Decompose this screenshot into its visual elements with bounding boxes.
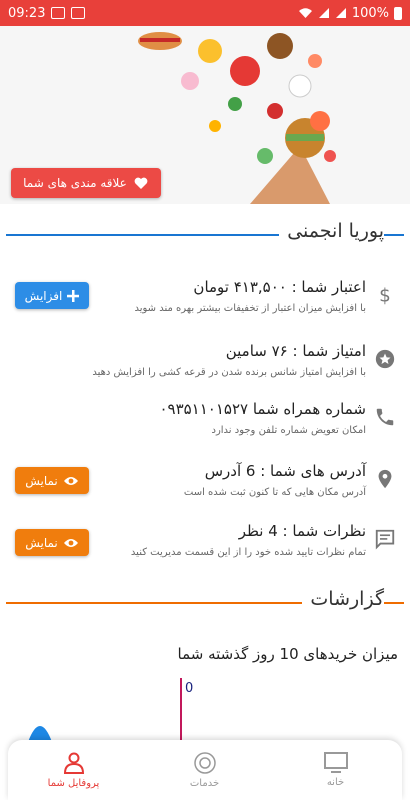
y-tick-label: 0 bbox=[185, 681, 193, 696]
status-bar-right: 100% bbox=[298, 6, 402, 21]
nav-profile[interactable]: پروفایل شما bbox=[8, 740, 139, 800]
bottom-navigation: پروفایل شما خدمات خانه bbox=[8, 740, 402, 800]
monitor-icon bbox=[323, 752, 348, 773]
show-comments-button[interactable]: نمایش bbox=[15, 529, 89, 556]
profile-header: پوریا انجمنی bbox=[0, 220, 410, 250]
reports-title: گزارشات bbox=[302, 588, 384, 610]
addresses-row: آدرس های شما : 6 آدرس آدرس مکان هایی که … bbox=[0, 462, 410, 507]
nav-profile-label: پروفایل شما bbox=[47, 778, 100, 789]
reports-divider bbox=[6, 602, 306, 604]
header-divider-right bbox=[382, 234, 404, 236]
points-title: امتیاز شما : ۷۶ سامین bbox=[225, 342, 366, 360]
show-addresses-label: نمایش bbox=[25, 473, 58, 488]
credit-title: اعتبار شما : ۴۱۳,۵۰۰ تومان bbox=[193, 278, 366, 296]
nav-home-label: خانه bbox=[326, 777, 345, 788]
nav-services[interactable]: خدمات bbox=[139, 740, 270, 800]
header-divider bbox=[6, 234, 296, 236]
increase-credit-button[interactable]: افزایش bbox=[15, 282, 89, 309]
status-bar-left: 09:23 bbox=[8, 5, 86, 21]
signal-icon-2 bbox=[335, 8, 346, 18]
eye-icon bbox=[63, 476, 78, 485]
purchases-chart: 0 bbox=[28, 678, 193, 742]
eye-icon bbox=[63, 538, 78, 547]
points-row: امتیاز شما : ۷۶ سامین با افزایش امتیاز ش… bbox=[0, 342, 410, 387]
wifi-icon bbox=[298, 8, 312, 18]
status-bar: 09:23 100% bbox=[0, 0, 410, 26]
nav-home[interactable]: خانه bbox=[270, 740, 401, 800]
comments-subtitle: تمام نظرات تایید شده خود را از این قسمت … bbox=[130, 547, 366, 558]
heart-icon bbox=[134, 177, 148, 189]
cast-icon bbox=[71, 7, 86, 19]
points-subtitle: با افزایش امتیاز شانس برنده شدن در قرعه … bbox=[92, 367, 366, 378]
reports-divider-right bbox=[382, 602, 404, 604]
phone-subtitle: امکان تعویض شماره تلفن وجود ندارد bbox=[211, 425, 366, 436]
addresses-title: آدرس های شما : 6 آدرس bbox=[204, 462, 366, 480]
gallery-icon bbox=[51, 7, 66, 19]
phone-title: شماره همراه شما ۰۹۳۵۱۱۰۱۵۲۷ bbox=[159, 400, 366, 418]
battery-percent: 100% bbox=[351, 5, 389, 21]
svg-text:$: $ bbox=[379, 285, 391, 306]
dollar-icon: $ bbox=[379, 285, 391, 306]
phone-row: شماره همراه شما ۰۹۳۵۱۱۰۱۵۲۷ امکان تعویض … bbox=[0, 400, 410, 445]
favorites-button[interactable]: علاقه مندی های شما bbox=[11, 168, 161, 198]
addresses-subtitle: آدرس مکان هایی که تا کنون ثبت شده است bbox=[183, 487, 366, 498]
status-time: 09:23 bbox=[8, 5, 46, 21]
food-banner: علاقه مندی های شما bbox=[0, 26, 410, 204]
credit-row: $ اعتبار شما : ۴۱۳,۵۰۰ تومان با افزایش م… bbox=[0, 278, 410, 323]
services-icon bbox=[193, 752, 216, 774]
nav-services-label: خدمات bbox=[189, 778, 220, 789]
location-icon bbox=[378, 469, 392, 489]
comment-icon bbox=[375, 529, 395, 550]
phone-icon bbox=[376, 408, 394, 426]
show-addresses-button[interactable]: نمایش bbox=[15, 467, 89, 494]
profile-name: پوریا انجمنی bbox=[279, 220, 384, 242]
star-icon bbox=[375, 349, 395, 369]
user-icon bbox=[63, 752, 84, 774]
comments-title: نظرات شما : 4 نظر bbox=[238, 522, 366, 540]
signal-icon bbox=[318, 8, 329, 18]
comments-row: نظرات شما : 4 نظر تمام نظرات تایید شده خ… bbox=[0, 522, 410, 567]
chart-title: میزان خریدهای 10 روز گذشته شما bbox=[177, 645, 398, 663]
battery-icon bbox=[394, 6, 402, 20]
plus-icon bbox=[67, 289, 80, 302]
favorites-label: علاقه مندی های شما bbox=[23, 176, 127, 190]
show-comments-label: نمایش bbox=[25, 535, 58, 550]
credit-subtitle: با افزایش میزان اعتبار از تخفیفات بیشتر … bbox=[134, 303, 366, 314]
reports-header: گزارشات bbox=[0, 588, 410, 618]
increase-label: افزایش bbox=[24, 288, 63, 303]
